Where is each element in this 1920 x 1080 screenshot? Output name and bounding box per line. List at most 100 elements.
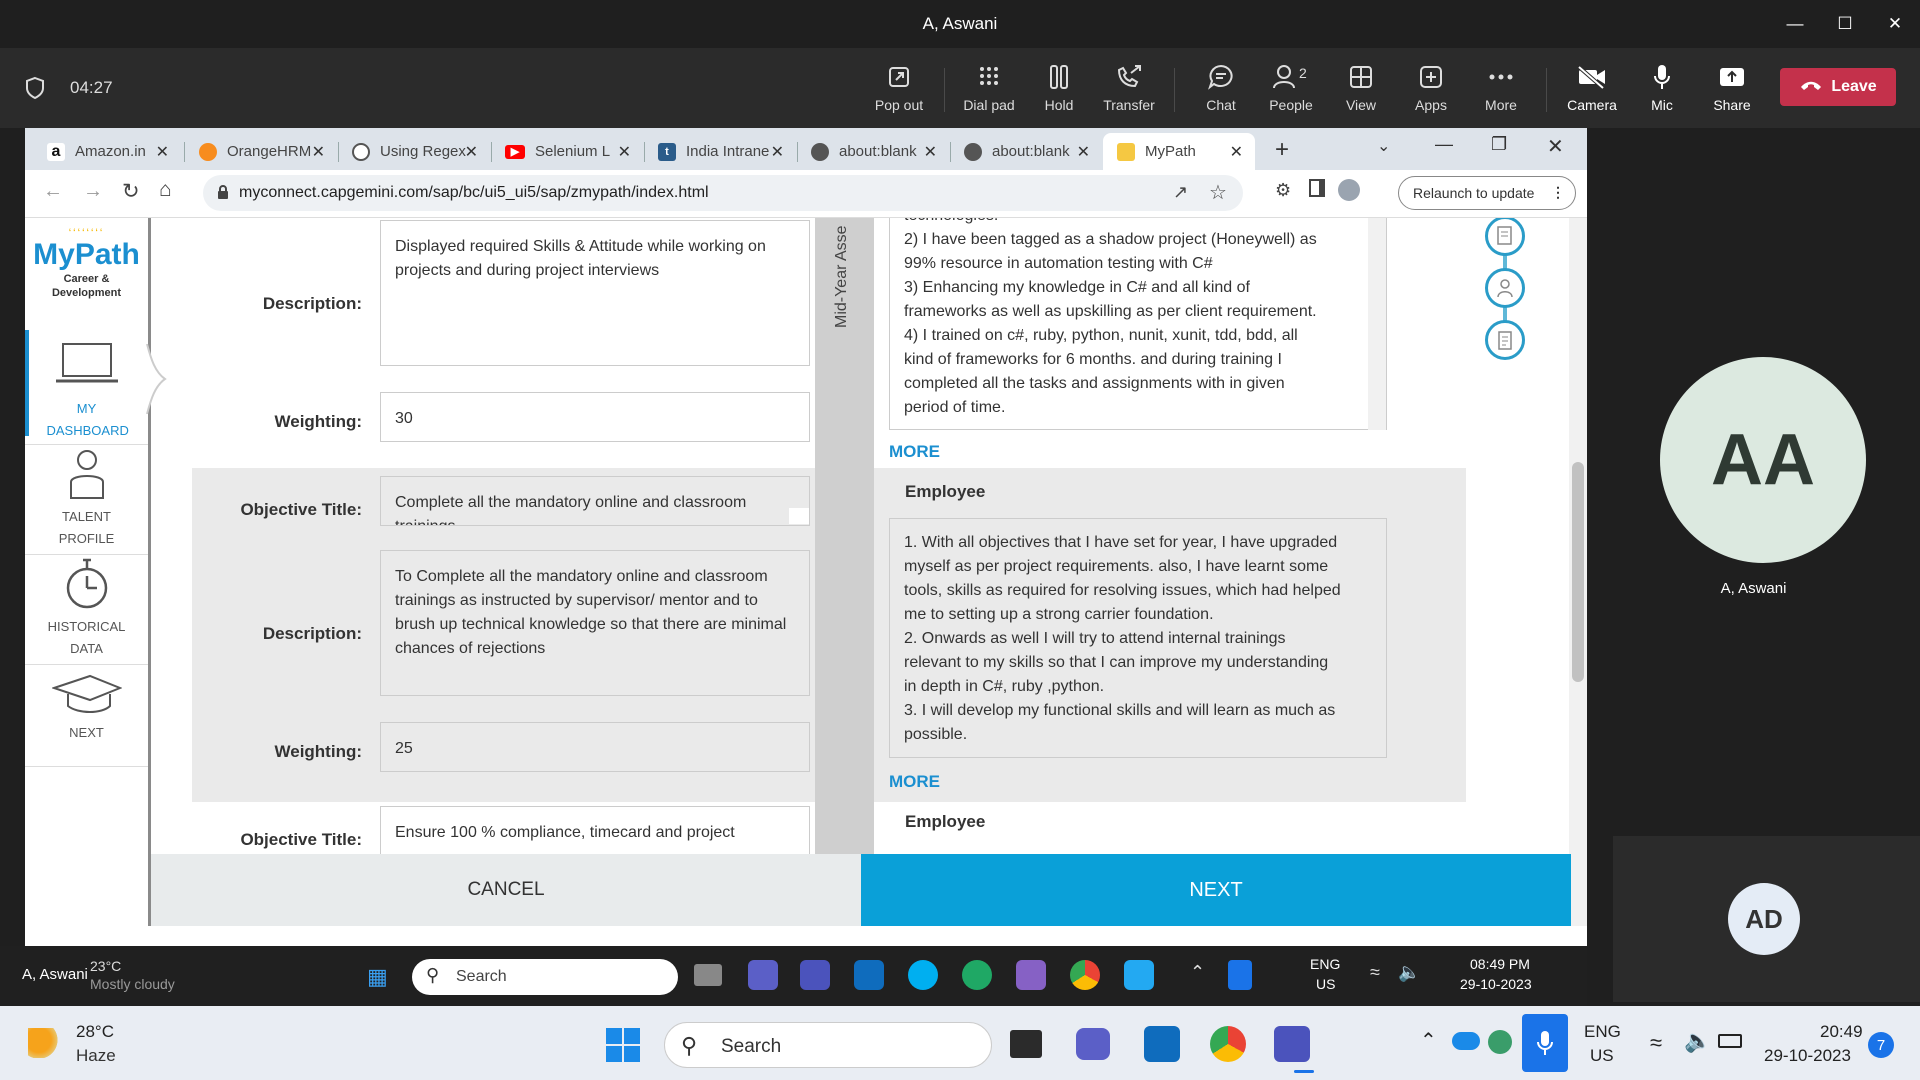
onedrive-icon[interactable] [1452, 1032, 1480, 1050]
next-button[interactable]: NEXT [861, 854, 1571, 926]
minimize-button[interactable]: — [1775, 8, 1815, 40]
outlook-icon[interactable] [854, 960, 884, 990]
windows-start-icon[interactable]: ▦ [367, 964, 388, 990]
teams-chat-icon[interactable] [1076, 1028, 1110, 1060]
share-button[interactable]: Share [1697, 60, 1767, 113]
close-tab-icon[interactable]: ✕ [618, 142, 631, 162]
people-button[interactable]: 2 People [1256, 60, 1326, 113]
battery-icon[interactable] [1718, 1034, 1742, 1048]
bookmark-star-icon[interactable]: ☆ [1209, 180, 1227, 205]
page-scrollbar[interactable] [1569, 218, 1587, 926]
chat-button[interactable]: Chat [1186, 60, 1256, 113]
weighting-field[interactable]: 25 [380, 722, 810, 772]
notification-badge[interactable]: 7 [1868, 1032, 1894, 1058]
apps-button[interactable]: Apps [1396, 60, 1466, 113]
outlook-icon[interactable] [1144, 1026, 1180, 1062]
nav-my-dashboard[interactable]: MY DASHBOARD [25, 336, 148, 442]
close-button[interactable]: ✕ [1875, 8, 1915, 40]
extensions-icon[interactable]: ⚙ [1275, 180, 1291, 201]
mic-tray-icon[interactable] [1522, 1014, 1568, 1072]
camera-button[interactable]: Camera [1557, 60, 1627, 113]
skype-icon[interactable] [908, 960, 938, 990]
nav-talent-profile[interactable]: TALENT PROFILE [25, 446, 148, 550]
chrome-icon[interactable] [1210, 1026, 1246, 1062]
profile-avatar-icon[interactable] [1338, 179, 1360, 201]
tab-about-blank-2[interactable]: about:blank ✕ [950, 133, 1102, 170]
nav-next[interactable]: NEXT [25, 670, 148, 744]
more-link[interactable]: MORE [889, 442, 940, 462]
side-panel-icon[interactable] [1309, 179, 1325, 197]
reload-icon[interactable]: ↻ [122, 179, 140, 204]
tab-mypath[interactable]: MyPath ✕ [1103, 133, 1255, 170]
participant-avatar[interactable]: AA [1660, 357, 1866, 563]
page-scroll-thumb[interactable] [1572, 462, 1584, 682]
browser-close-icon[interactable]: ✕ [1547, 134, 1564, 159]
browser-restore-icon[interactable]: ❐ [1491, 134, 1507, 155]
visual-studio-icon[interactable] [1016, 960, 1046, 990]
self-video-tile[interactable]: AD [1613, 836, 1920, 1002]
vscode-icon[interactable] [1124, 960, 1154, 990]
close-tab-icon[interactable]: ✕ [465, 142, 478, 162]
task-view-icon[interactable] [1010, 1030, 1042, 1058]
tab-india-intranet[interactable]: t India Intrane ✕ [644, 133, 796, 170]
tab-using-regex[interactable]: Using Regex ✕ [338, 133, 490, 170]
search-box[interactable]: ⚲ Search [664, 1022, 992, 1068]
relaunch-button[interactable]: Relaunch to update ⋮ [1398, 176, 1576, 210]
vpn-icon[interactable] [1488, 1030, 1512, 1054]
mic-tray-icon[interactable] [1228, 960, 1252, 990]
dial-pad-button[interactable]: Dial pad [954, 60, 1024, 113]
windows-start-icon[interactable] [606, 1028, 640, 1067]
tray-chevron-icon[interactable]: ⌃ [1420, 1028, 1437, 1053]
comment-scrollbar[interactable] [1368, 218, 1386, 430]
objective-title-field[interactable]: Complete all the mandatory online and cl… [380, 476, 810, 526]
leave-button[interactable]: Leave [1780, 68, 1896, 106]
task-view-icon[interactable] [694, 964, 722, 986]
back-icon[interactable]: ← [43, 180, 63, 203]
more-link[interactable]: MORE [889, 772, 940, 792]
step-clipboard-icon[interactable] [1485, 320, 1525, 360]
new-tab-icon[interactable]: + [1275, 136, 1289, 164]
scroll-handle[interactable] [789, 508, 809, 524]
more-button[interactable]: More [1466, 60, 1536, 113]
description-field[interactable]: To Complete all the mandatory online and… [380, 550, 810, 696]
share-page-icon[interactable]: ↗ [1173, 182, 1188, 203]
edge-icon[interactable] [962, 960, 992, 990]
tab-amazon[interactable]: a Amazon.in ✕ [33, 133, 181, 170]
mic-button[interactable]: Mic [1627, 60, 1697, 113]
comment-box-2[interactable]: 1. With all objectives that I have set f… [889, 518, 1387, 758]
weighting-field[interactable]: 30 [380, 392, 810, 442]
teams-chat-icon[interactable] [748, 960, 778, 990]
teams-icon[interactable] [1274, 1026, 1310, 1062]
volume-icon[interactable]: 🔈 [1398, 962, 1420, 983]
url-field[interactable]: myconnect.capgemini.com/sap/bc/ui5_ui5/s… [203, 175, 1243, 211]
description-field[interactable]: Displayed required Skills & Attitude whi… [380, 220, 810, 366]
step-user-icon[interactable] [1485, 268, 1525, 308]
step-document-icon[interactable] [1485, 218, 1525, 256]
close-tab-icon[interactable]: ✕ [156, 142, 169, 162]
home-icon[interactable]: ⌂ [159, 178, 172, 202]
tab-about-blank-1[interactable]: about:blank ✕ [797, 133, 949, 170]
teams-icon[interactable] [800, 960, 830, 990]
nav-historical-data[interactable]: HISTORICAL DATA [25, 556, 148, 660]
tab-orangehrm[interactable]: OrangeHRM ✕ [185, 133, 337, 170]
pop-out-button[interactable]: Pop out [864, 60, 934, 113]
hold-button[interactable]: Hold [1024, 60, 1094, 113]
weather-haze-icon[interactable] [28, 1028, 64, 1058]
wifi-icon[interactable]: ≈ [1370, 962, 1380, 983]
search-box[interactable]: ⚲ Search [412, 959, 678, 995]
wifi-icon[interactable]: ≈ [1650, 1030, 1662, 1056]
chrome-icon[interactable] [1070, 960, 1100, 990]
close-tab-icon[interactable]: ✕ [771, 142, 784, 162]
close-tab-icon[interactable]: ✕ [924, 142, 937, 162]
close-tab-icon[interactable]: ✕ [1077, 142, 1090, 162]
tab-selenium[interactable]: ▶ Selenium L ✕ [491, 133, 643, 170]
maximize-button[interactable]: ☐ [1825, 8, 1865, 40]
close-tab-icon[interactable]: ✕ [312, 142, 325, 162]
tray-chevron-icon[interactable]: ⌃ [1190, 962, 1205, 983]
tab-search-chevron-icon[interactable]: ⌄ [1377, 136, 1390, 156]
comment-box-1[interactable]: technologies. 2) I have been tagged as a… [889, 218, 1387, 430]
forward-icon[interactable]: → [83, 180, 103, 203]
view-button[interactable]: View [1326, 60, 1396, 113]
transfer-button[interactable]: Transfer [1094, 60, 1164, 113]
volume-icon[interactable]: 🔈 [1684, 1028, 1711, 1054]
